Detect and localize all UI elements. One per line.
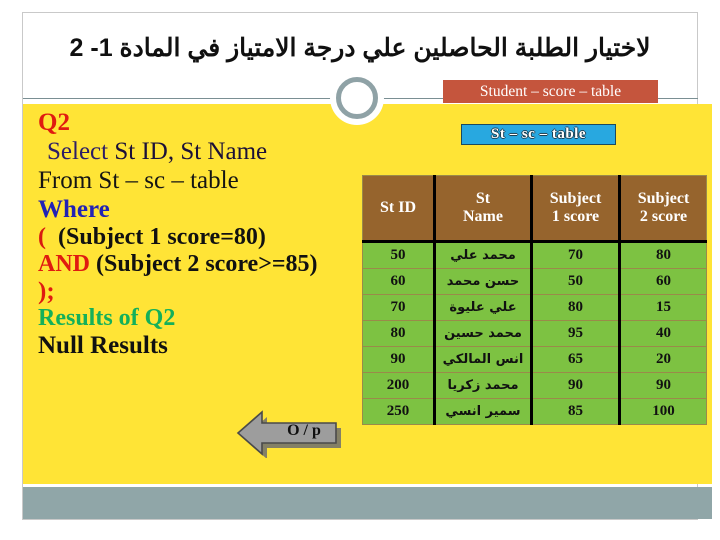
- cell-st-id: 80: [362, 320, 436, 347]
- table-title-badge: St – sc – table: [461, 124, 616, 145]
- sql-open-paren: (: [38, 224, 46, 250]
- sql-keyword-and: AND: [38, 251, 90, 277]
- cell-subject1: 90: [530, 372, 621, 399]
- sql-line-condition-2: AND (Subject 2 score>=85): [38, 252, 368, 276]
- sql-keyword-where: Where: [38, 196, 110, 223]
- sql-query-block: Q2 Select St ID, St Name From St – sc – …: [38, 110, 368, 358]
- sql-line-from: From St – sc – table: [38, 167, 239, 194]
- sql-line-condition-1: ( (Subject 1 score=80): [38, 225, 368, 249]
- table-row: 60 حسن محمد 50 60: [362, 268, 707, 295]
- sql-statement-close: );: [38, 278, 55, 305]
- cell-subject2: 100: [618, 398, 707, 425]
- page-title: لاختيار الطلبة الحاصلين علي درجة الامتيا…: [69, 34, 651, 62]
- cell-st-name: انس المالكي: [433, 346, 533, 373]
- cell-subject1: 80: [530, 294, 621, 321]
- circle-ring-icon: [336, 77, 378, 119]
- footer-bar: [23, 487, 712, 519]
- table-row: 200 محمد زكريا 90 90: [362, 372, 707, 399]
- cell-subject1: 95: [530, 320, 621, 347]
- column-header-subject-2-score: Subject 2 score: [618, 175, 707, 243]
- sql-select-columns: St ID, St Name: [108, 138, 268, 165]
- cell-st-name: محمد علي: [433, 241, 533, 269]
- cell-st-name: علي عليوة: [433, 294, 533, 321]
- table-row: 250 سمير انسي 85 100: [362, 398, 707, 425]
- results-value: Null Results: [38, 332, 168, 359]
- cell-st-id: 60: [362, 268, 436, 295]
- cell-subject1: 50: [530, 268, 621, 295]
- column-header-subject-1-score: Subject 1 score: [530, 175, 621, 243]
- table-row: 70 علي عليوة 80 15: [362, 294, 707, 321]
- table-row: 80 محمد حسين 95 40: [362, 320, 707, 347]
- cell-subject2: 90: [618, 372, 707, 399]
- sql-condition-1-text: (Subject 1 score=80): [58, 224, 266, 250]
- column-header-st-id: St ID: [362, 175, 436, 243]
- cell-subject1: 85: [530, 398, 621, 425]
- sql-keyword-select: Select: [47, 138, 109, 165]
- query-label: Q2: [38, 109, 70, 136]
- cell-subject2: 15: [618, 294, 707, 321]
- results-heading: Results of Q2: [38, 305, 176, 331]
- cell-st-name: محمد حسين: [433, 320, 533, 347]
- sql-condition-2-text: (Subject 2 score>=85): [96, 251, 318, 277]
- cell-st-id: 250: [362, 398, 436, 425]
- status-badge-student-score-table: Student – score – table: [443, 80, 658, 103]
- cell-subject1: 65: [530, 346, 621, 373]
- cell-st-id: 50: [362, 241, 436, 269]
- cell-subject1: 70: [530, 241, 621, 269]
- table-header-row: St ID St Name Subject 1 score Subject 2 sco…: [362, 175, 707, 243]
- column-header-st-name: St Name: [433, 175, 533, 243]
- cell-subject2: 60: [618, 268, 707, 295]
- table-row: 50 محمد علي 70 80: [362, 241, 707, 269]
- cell-subject2: 80: [618, 241, 707, 269]
- cell-st-name: حسن محمد: [433, 268, 533, 295]
- table-row: 90 انس المالكي 65 20: [362, 346, 707, 373]
- output-arrow: O / p: [232, 408, 342, 458]
- slide-canvas: لاختيار الطلبة الحاصلين علي درجة الامتيا…: [0, 0, 720, 540]
- cell-subject2: 20: [618, 346, 707, 373]
- output-arrow-label: O / p: [287, 422, 321, 439]
- cell-st-id: 90: [362, 346, 436, 373]
- table-body: 50 محمد علي 70 80 60 حسن محمد 50 60 70 علي عليوة 8…: [362, 241, 707, 425]
- cell-st-id: 70: [362, 294, 436, 321]
- student-score-table: St ID St Name Subject 1 score Subject 2 sco…: [362, 175, 707, 425]
- cell-st-id: 200: [362, 372, 436, 399]
- table-header: St ID St Name Subject 1 score Subject 2 sco…: [362, 175, 707, 243]
- cell-st-name: محمد زكريا: [433, 372, 533, 399]
- sql-line-select: Select St ID, St Name: [38, 139, 368, 164]
- cell-subject2: 40: [618, 320, 707, 347]
- cell-st-name: سمير انسي: [433, 398, 533, 425]
